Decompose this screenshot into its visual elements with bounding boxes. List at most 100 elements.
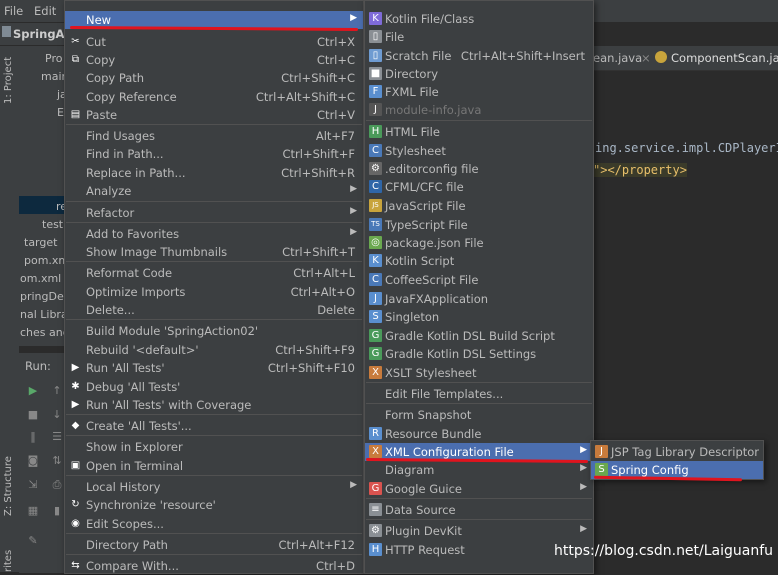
- tree-item[interactable]: ches and: [20, 326, 70, 339]
- new-menu-item-html-file[interactable]: H HTML File: [365, 123, 593, 141]
- tree-item[interactable]: test: [42, 218, 63, 231]
- context-menu-item-create-all-tests[interactable]: ◆ Create 'All Tests'...: [65, 417, 363, 435]
- cfml-cfc-file-icon: C: [369, 180, 382, 193]
- context-menu-item-refactor[interactable]: Refactor ▶: [65, 204, 363, 222]
- down-icon[interactable]: ↓: [51, 409, 63, 421]
- new-menu-item-stylesheet[interactable]: C Stylesheet: [365, 142, 593, 160]
- menu-item-shortcut: Ctrl+Shift+F9: [275, 343, 355, 357]
- context-menu-item-show-image-thumbnails[interactable]: Show Image Thumbnails Ctrl+Shift+T: [65, 243, 363, 261]
- context-menu-item-add-to-favorites[interactable]: Add to Favorites ▶: [65, 225, 363, 243]
- submenu-arrow-icon: ▶: [580, 482, 587, 492]
- tree-item[interactable]: target: [24, 236, 57, 249]
- print-icon[interactable]: ⎙: [51, 479, 63, 491]
- tab-componentscan-java[interactable]: ComponentScan.jav: [671, 51, 778, 65]
- tree-item[interactable]: mair: [41, 70, 66, 83]
- context-menu-item-copy[interactable]: ⧉ Copy Ctrl+C: [65, 51, 363, 69]
- new-menu-item-directory[interactable]: ■ Directory: [365, 65, 593, 83]
- stop-icon[interactable]: ■: [27, 409, 39, 421]
- wrap-icon[interactable]: ☰: [51, 431, 63, 443]
- menu-file[interactable]: File: [4, 4, 23, 18]
- context-menu: New ▶ ✂ Cut Ctrl+X ⧉ Copy Ctrl+C Copy Path Ctrl+S…: [64, 0, 364, 574]
- favorites-tool-button[interactable]: rites: [3, 550, 14, 572]
- menu-item-shortcut: Ctrl+Shift+C: [281, 71, 355, 85]
- context-menu-item-run-all-tests-with-coverage[interactable]: ▶ Run 'All Tests' with Coverage: [65, 396, 363, 414]
- context-menu-item-show-in-explorer[interactable]: Show in Explorer: [65, 438, 363, 456]
- context-menu-item-open-in-terminal[interactable]: ▣ Open in Terminal: [65, 457, 363, 475]
- tree-item[interactable]: pom.xm: [24, 254, 69, 267]
- context-menu-item-debug-all-tests[interactable]: ✱ Debug 'All Tests': [65, 378, 363, 396]
- tab-bean-java[interactable]: ean.java: [593, 51, 642, 65]
- menu-item-label: Reformat Code: [86, 266, 173, 280]
- new-menu-item-package-json-file[interactable]: ◎ package.json File: [365, 234, 593, 252]
- new-menu-item-resource-bundle[interactable]: R Resource Bundle: [365, 425, 593, 443]
- up-icon[interactable]: ↑: [51, 385, 63, 397]
- new-menu-item-diagram[interactable]: Diagram ▶: [365, 461, 593, 479]
- menu-separator: [66, 201, 362, 202]
- breadcrumb-project[interactable]: SpringA: [13, 27, 64, 41]
- menu-item-label: Create 'All Tests'...: [86, 419, 192, 433]
- new-menu-item-data-source[interactable]: ≡ Data Source: [365, 501, 593, 519]
- tree-item[interactable]: E: [57, 106, 64, 119]
- context-menu-item-paste[interactable]: ▤ Paste Ctrl+V: [65, 106, 363, 124]
- sort-icon[interactable]: ⇅: [51, 455, 63, 467]
- new-menu-item-form-snapshot[interactable]: Form Snapshot: [365, 406, 593, 424]
- new-menu-item-plugin-devkit[interactable]: ⚙ Plugin DevKit ▶: [365, 522, 593, 540]
- new-menu-item-kotlin-file-class[interactable]: K Kotlin File/Class: [365, 10, 593, 28]
- camera-icon[interactable]: ◙: [27, 455, 39, 467]
- layout-icon[interactable]: ▦: [27, 505, 39, 517]
- new-menu-item-gradle-kotlin-dsl-settings[interactable]: G Gradle Kotlin DSL Settings: [365, 345, 593, 363]
- trash-icon[interactable]: ▮: [51, 505, 63, 517]
- tab-close-icon[interactable]: ×: [641, 51, 651, 65]
- new-menu-item-fxml-file[interactable]: F FXML File: [365, 83, 593, 101]
- new-menu-item-google-guice[interactable]: G Google Guice ▶: [365, 480, 593, 498]
- menu-edit[interactable]: Edit: [34, 4, 56, 18]
- menu-item-label: Edit Scopes...: [86, 517, 164, 531]
- export-icon[interactable]: ⇲: [27, 479, 39, 491]
- new-menu-item-gradle-kotlin-dsl-build-script[interactable]: G Gradle Kotlin DSL Build Script: [365, 327, 593, 345]
- pause-icon[interactable]: ‖: [27, 431, 39, 443]
- new-menu-item-typescript-file[interactable]: TS TypeScript File: [365, 216, 593, 234]
- new-menu-item-singleton[interactable]: S Singleton: [365, 308, 593, 326]
- context-menu-item-compare-with[interactable]: ⇆ Compare With... Ctrl+D: [65, 557, 363, 575]
- new-menu-item-kotlin-script[interactable]: K Kotlin Script: [365, 252, 593, 270]
- context-menu-item-find-in-path[interactable]: Find in Path... Ctrl+Shift+F: [65, 145, 363, 163]
- tree-item[interactable]: om.xml: [20, 272, 61, 285]
- context-menu-item-replace-in-path[interactable]: Replace in Path... Ctrl+Shift+R: [65, 164, 363, 182]
- new-menu-item-javascript-file[interactable]: JS JavaScript File: [365, 197, 593, 215]
- structure-tool-button[interactable]: Z: Structure: [3, 456, 14, 516]
- context-menu-item-cut[interactable]: ✂ Cut Ctrl+X: [65, 33, 363, 51]
- context-menu-item-copy-reference[interactable]: Copy Reference Ctrl+Alt+Shift+C: [65, 88, 363, 106]
- new-menu-item-scratch-file[interactable]: ▯ Scratch File Ctrl+Alt+Shift+Insert: [365, 47, 593, 65]
- rerun-icon[interactable]: ▶: [27, 385, 39, 397]
- pin-icon[interactable]: ✎: [27, 535, 39, 547]
- new-menu-item-file[interactable]: ▯ File: [365, 28, 593, 46]
- context-menu-item-optimize-imports[interactable]: Optimize Imports Ctrl+Alt+O: [65, 283, 363, 301]
- tree-item[interactable]: Pro: [45, 52, 62, 65]
- menu-item-label: Form Snapshot: [385, 408, 472, 422]
- context-menu-item-rebuild-default[interactable]: Rebuild '<default>' Ctrl+Shift+F9: [65, 341, 363, 359]
- new-menu-item-cfml-cfc-file[interactable]: C CFML/CFC file: [365, 178, 593, 196]
- new-menu-item-edit-file-templates[interactable]: Edit File Templates...: [365, 385, 593, 403]
- context-menu-item-copy-path[interactable]: Copy Path Ctrl+Shift+C: [65, 69, 363, 87]
- xml-menu-item-jsp-tag-library-descriptor[interactable]: J JSP Tag Library Descriptor: [591, 443, 763, 461]
- tree-item[interactable]: nal Libra: [20, 308, 68, 321]
- context-menu-item-edit-scopes[interactable]: ◉ Edit Scopes...: [65, 515, 363, 533]
- context-menu-item-reformat-code[interactable]: Reformat Code Ctrl+Alt+L: [65, 264, 363, 282]
- context-menu-item-synchronize-resource[interactable]: ↻ Synchronize 'resource': [65, 496, 363, 514]
- new-menu-item-editorconfig-file[interactable]: ⚙ .editorconfig file: [365, 160, 593, 178]
- context-menu-item-analyze[interactable]: Analyze ▶: [65, 182, 363, 200]
- project-tool-button[interactable]: 1: Project: [3, 57, 14, 104]
- context-menu-item-delete[interactable]: Delete... Delete: [65, 301, 363, 319]
- code-editor[interactable]: ing.service.impl.CDPlayerIm "></property…: [593, 71, 778, 351]
- context-menu-item-find-usages[interactable]: Find Usages Alt+F7: [65, 127, 363, 145]
- menu-item-label: Replace in Path...: [86, 166, 186, 180]
- new-menu-item-javafxapplication[interactable]: J JavaFXApplication: [365, 290, 593, 308]
- new-menu-item-coffeescript-file[interactable]: C CoffeeScript File: [365, 271, 593, 289]
- run-all-tests-with-coverage-icon: ▶: [71, 399, 80, 410]
- new-menu-item-xslt-stylesheet[interactable]: X XSLT Stylesheet: [365, 364, 593, 382]
- context-menu-item-local-history[interactable]: Local History ▶: [65, 478, 363, 496]
- context-menu-item-run-all-tests[interactable]: ▶ Run 'All Tests' Ctrl+Shift+F10: [65, 359, 363, 377]
- javafxapplication-icon: J: [369, 292, 382, 305]
- context-menu-item-directory-path[interactable]: Directory Path Ctrl+Alt+F12: [65, 536, 363, 554]
- context-menu-item-build-module-springaction02[interactable]: Build Module 'SpringAction02': [65, 322, 363, 340]
